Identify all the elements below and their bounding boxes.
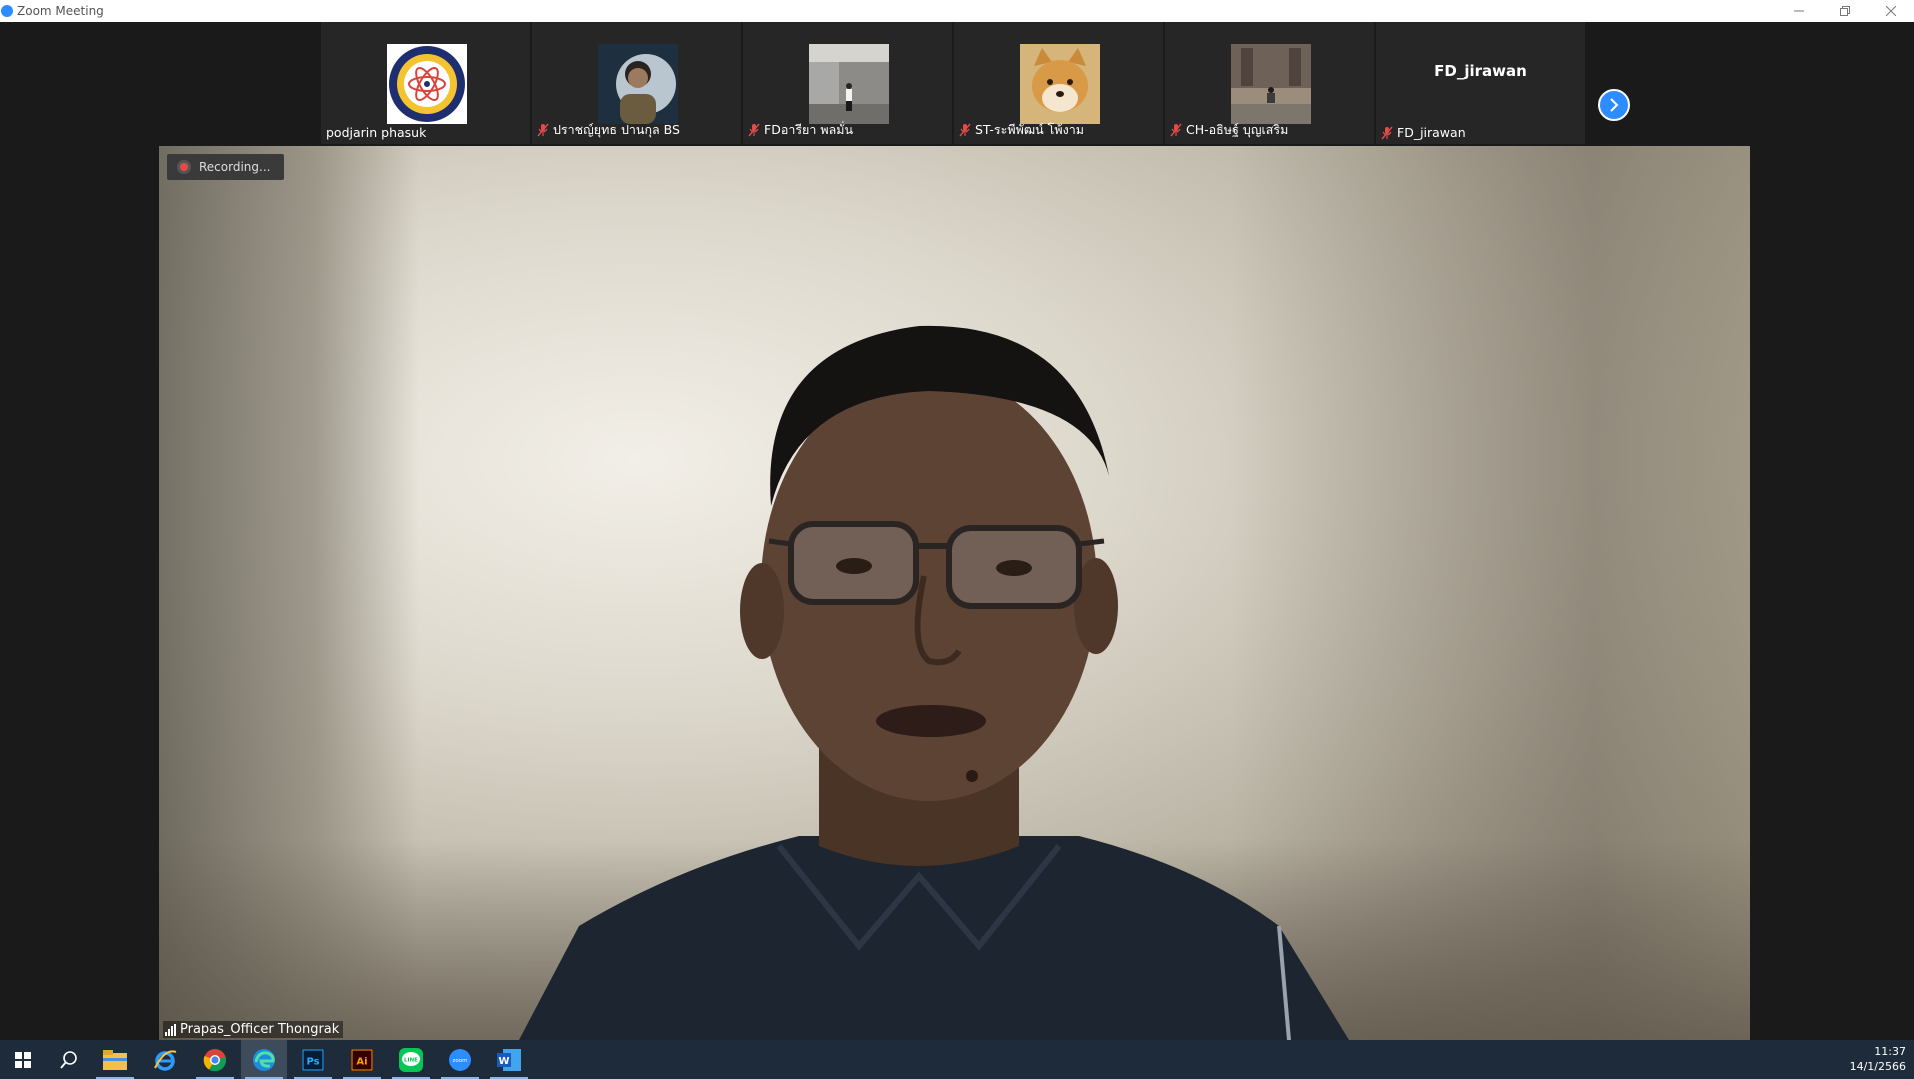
participant-tile[interactable]: podjarin phasuk [321, 22, 530, 144]
taskbar-edge[interactable] [241, 1040, 287, 1079]
taskbar-photoshop[interactable]: Ps [290, 1040, 336, 1079]
taskbar-file-explorer[interactable] [92, 1040, 138, 1079]
svg-text:Ai: Ai [356, 1056, 367, 1067]
taskbar-zoom[interactable]: zoom [437, 1040, 483, 1079]
mic-muted-icon [959, 123, 971, 137]
speaker-name-label: Prapas_Officer Thongrak [163, 1021, 344, 1038]
svg-text:W: W [498, 1056, 509, 1067]
clock-date: 14/1/2566 [1849, 1060, 1906, 1073]
chevron-right-icon [1610, 98, 1619, 112]
person-photo-icon [598, 44, 678, 124]
illustrator-icon: Ai [351, 1048, 373, 1071]
library-photo-icon [809, 44, 889, 124]
participant-name: FDอารียา พลมั่น [748, 120, 853, 140]
close-icon [1886, 6, 1896, 16]
speaker-figure [519, 325, 1349, 1040]
search-button[interactable] [46, 1040, 92, 1079]
taskbar-chrome[interactable] [192, 1040, 238, 1079]
participant-tile[interactable]: FDอารียา พลมั่น [743, 22, 952, 144]
chrome-icon [203, 1048, 227, 1071]
mic-muted-icon [537, 123, 549, 137]
line-icon: LINE [399, 1047, 423, 1072]
participant-avatar-dog-photo [1020, 44, 1100, 124]
recording-indicator[interactable]: Recording... [167, 154, 285, 180]
search-icon [60, 1050, 77, 1069]
participant-tile[interactable]: ST-ระพีพัฒน์ โพ้งาม [954, 22, 1163, 144]
word-icon: W [497, 1048, 521, 1071]
taskbar-line[interactable]: LINE [388, 1040, 434, 1079]
dog-photo-icon [1020, 44, 1100, 124]
mic-muted-icon [1381, 126, 1393, 140]
internet-explorer-icon [154, 1049, 177, 1071]
participant-tile[interactable]: ปราชญ์ยุทธ ปานกุล BS [532, 22, 741, 144]
zoom-app-icon [1, 5, 13, 17]
close-button[interactable] [1868, 0, 1914, 22]
participant-avatar-building-photo [1231, 44, 1311, 124]
svg-text:Ps: Ps [306, 1056, 319, 1067]
restore-icon [1840, 6, 1850, 16]
photoshop-icon: Ps [302, 1048, 324, 1071]
recording-icon [177, 160, 191, 174]
restore-button[interactable] [1822, 0, 1868, 22]
zoom-icon: zoom [449, 1048, 471, 1071]
gallery-next-button[interactable] [1598, 89, 1630, 121]
window-controls [1776, 0, 1914, 22]
participant-tile[interactable]: CH-อธิษฐ์ บุญเสริม [1165, 22, 1374, 144]
windows-taskbar: Ps Ai LINE zoom W 11:37 14/1/2566 [0, 1040, 1914, 1079]
start-button[interactable] [0, 1040, 46, 1079]
participant-name: CH-อธิษฐ์ บุญเสริม [1170, 120, 1288, 140]
participant-avatar-school-logo [387, 44, 467, 124]
school-logo-icon [389, 46, 465, 122]
windows-start-icon [15, 1051, 31, 1068]
edge-icon [253, 1048, 275, 1071]
participant-name: ST-ระพีพัฒน์ โพ้งาม [959, 120, 1084, 140]
taskbar-internet-explorer[interactable] [142, 1040, 188, 1079]
svg-text:zoom: zoom [453, 1058, 468, 1064]
taskbar-illustrator[interactable]: Ai [339, 1040, 385, 1079]
participant-display-name: FD_jirawan [1434, 62, 1527, 80]
clock-time: 11:37 [1874, 1045, 1906, 1058]
participant-name: ปราชญ์ยุทธ ปานกุล BS [537, 120, 680, 140]
system-clock[interactable]: 11:37 14/1/2566 [1850, 1044, 1906, 1074]
file-explorer-icon [103, 1049, 127, 1070]
participant-tile[interactable]: FD_jirawan FD_jirawan [1376, 22, 1585, 144]
svg-text:LINE: LINE [404, 1057, 418, 1063]
participant-name: FD_jirawan [1381, 125, 1466, 140]
mic-muted-icon [748, 123, 760, 137]
mic-muted-icon [1170, 123, 1182, 137]
signal-strength-icon [165, 1023, 176, 1036]
minimize-button[interactable] [1776, 0, 1822, 22]
building-photo-icon [1231, 44, 1311, 124]
window-title: Zoom Meeting [17, 4, 104, 18]
participant-avatar-person-photo [598, 44, 678, 124]
active-speaker-video[interactable]: Recording... Prapas_Officer Thongrak [159, 146, 1750, 1040]
taskbar-word[interactable]: W [486, 1040, 532, 1079]
participant-avatar-library-photo [809, 44, 889, 124]
participant-name: podjarin phasuk [326, 125, 427, 140]
minimize-icon [1794, 10, 1804, 12]
title-bar: Zoom Meeting [0, 0, 1914, 22]
participant-gallery: podjarin phasuk ปราชญ์ยุทธ ปานกุล BS FDอ… [0, 22, 1914, 145]
